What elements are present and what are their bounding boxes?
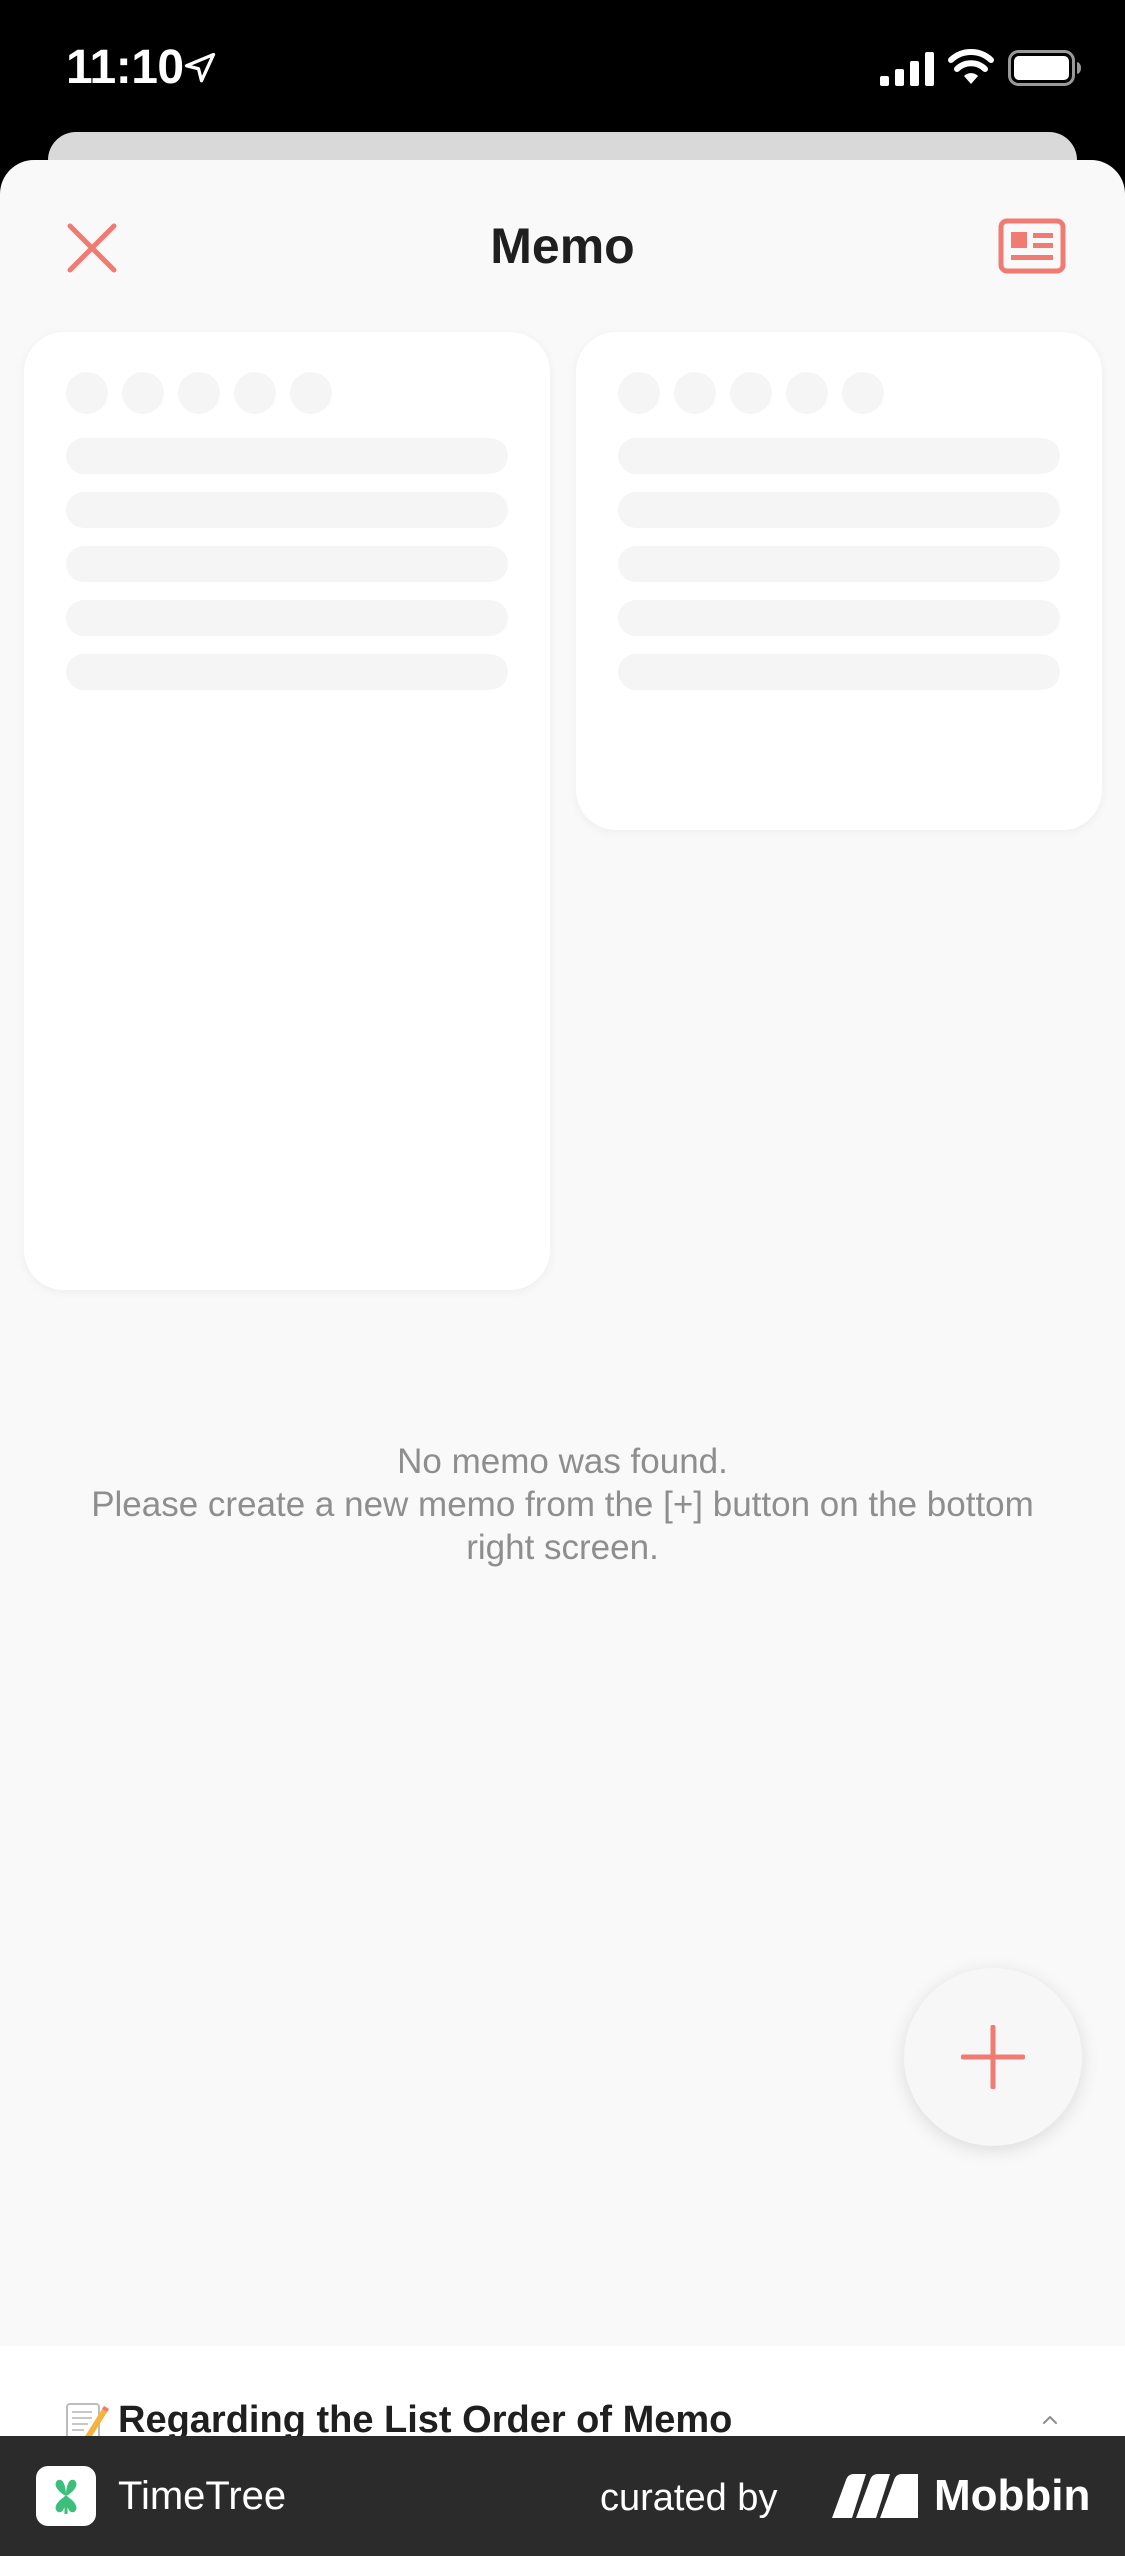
status-time: 11:10: [66, 41, 184, 94]
placeholder-dot: [178, 372, 220, 414]
placeholder-dots: [618, 372, 884, 414]
status-bar: 11:10: [0, 0, 1125, 140]
chevron-up-icon[interactable]: [1038, 2410, 1062, 2430]
memo-sheet: Memo No memo was found. Please create a …: [0, 160, 1125, 2436]
placeholder-line: [618, 600, 1060, 636]
notice-title: Regarding the List Order of Memo: [118, 2399, 733, 2436]
list-layout-icon[interactable]: [998, 218, 1066, 274]
add-memo-button[interactable]: [904, 1968, 1082, 2146]
empty-state-line: No memo was found.: [397, 1442, 728, 1481]
placeholder-dot: [786, 372, 828, 414]
cellular-signal-icon: [880, 52, 934, 86]
placeholder-memo-card: [24, 332, 550, 1290]
battery-icon: [1008, 50, 1081, 86]
mobbin-logo-icon: [832, 2474, 918, 2518]
brand-name: Mobbin: [934, 2471, 1091, 2520]
placeholder-memo-card: [576, 332, 1102, 830]
placeholder-dot: [618, 372, 660, 414]
placeholder-line: [66, 600, 508, 636]
memo-pencil-icon: [66, 2403, 109, 2436]
curated-by-label: curated by: [600, 2477, 778, 2519]
placeholder-dot: [674, 372, 716, 414]
placeholder-line: [618, 438, 1060, 474]
footer-bar: TimeTree curated by Mobbin: [0, 2436, 1125, 2556]
placeholder-line: [66, 654, 508, 690]
empty-state-line: right screen.: [466, 1528, 659, 1567]
placeholder-line: [618, 654, 1060, 690]
app-name: TimeTree: [118, 2474, 287, 2518]
placeholder-dot: [842, 372, 884, 414]
placeholder-line: [66, 438, 508, 474]
placeholder-line: [618, 546, 1060, 582]
placeholder-dot: [66, 372, 108, 414]
location-arrow-icon: [184, 52, 216, 83]
timetree-app-icon: [36, 2466, 96, 2526]
wifi-icon: [948, 49, 994, 84]
placeholder-line: [66, 492, 508, 528]
empty-state-message: No memo was found. Please create a new m…: [20, 1440, 1105, 1569]
placeholder-line: [618, 492, 1060, 528]
plus-icon: [961, 2025, 1025, 2089]
placeholder-line: [66, 546, 508, 582]
placeholder-dot: [730, 372, 772, 414]
page-title: Memo: [490, 218, 635, 274]
placeholder-dot: [122, 372, 164, 414]
placeholder-dots: [66, 372, 332, 414]
notice-panel[interactable]: Regarding the List Order of Memo: [0, 2346, 1125, 2436]
placeholder-dot: [234, 372, 276, 414]
placeholder-dot: [290, 372, 332, 414]
empty-state-line: Please create a new memo from the [+] bu…: [91, 1485, 1034, 1524]
tree-icon: [55, 2479, 77, 2514]
